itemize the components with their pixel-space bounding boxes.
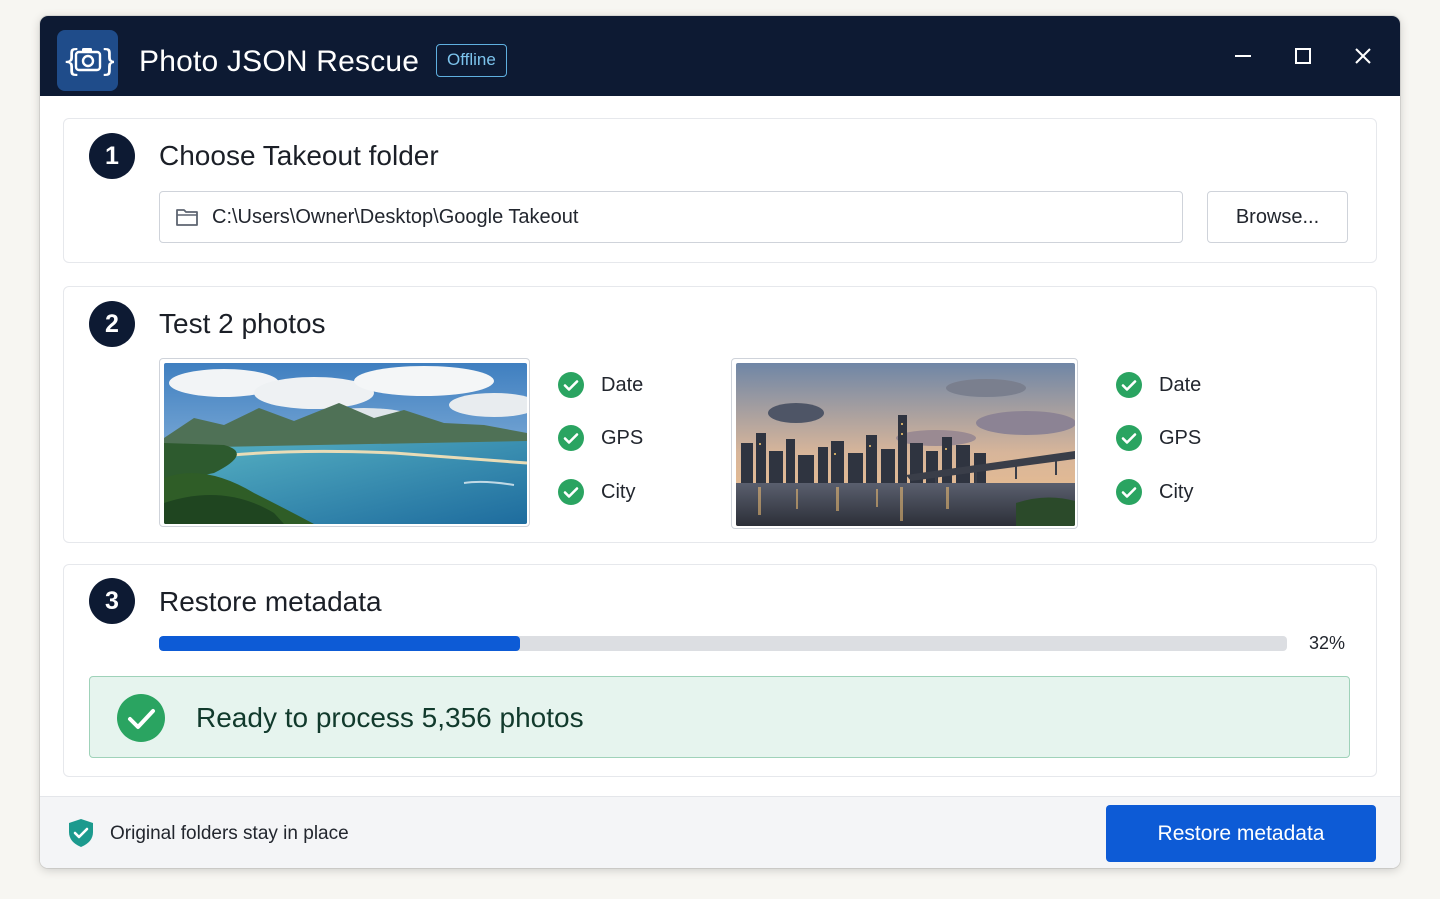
camera-braces-icon: { } — [57, 30, 118, 91]
restore-progress-bar — [159, 636, 1287, 651]
minimize-icon — [1235, 55, 1251, 57]
progress-fill — [159, 636, 520, 651]
step-1-title: Choose Takeout folder — [159, 140, 439, 171]
photo-1-check-city: City — [557, 477, 635, 507]
check-label: Date — [1159, 373, 1202, 396]
check-label: GPS — [601, 426, 644, 449]
ready-message: Ready to process 5,356 photos — [196, 702, 584, 733]
svg-text:{: { — [62, 44, 81, 79]
step-2-number: 2 — [89, 301, 135, 347]
check-label: GPS — [1159, 426, 1202, 449]
step-3-number: 3 — [89, 578, 135, 624]
folder-path-input[interactable] — [212, 202, 1162, 232]
progress-percent: 32% — [1309, 633, 1346, 653]
photo-1-check-date: Date — [557, 370, 643, 400]
close-icon — [1355, 48, 1371, 64]
photo-1-check-gps: GPS — [557, 423, 643, 453]
minimize-button[interactable] — [1223, 40, 1263, 72]
offline-status-badge: Offline — [436, 44, 507, 77]
shield-check-icon — [69, 819, 93, 847]
close-button[interactable] — [1343, 40, 1383, 72]
title-bar: { } Photo JSON Rescue Offline — [40, 16, 1400, 96]
test-photo-2[interactable] — [731, 358, 1078, 529]
check-circle-icon — [558, 372, 584, 398]
step-3-card: 3 Restore metadata 32% Ready to process … — [63, 564, 1377, 777]
coastal-landscape-image — [164, 363, 527, 524]
step-2-card: 2 Test 2 photos Date GPS City Date GPS C… — [63, 286, 1377, 543]
test-photo-1[interactable] — [159, 358, 530, 527]
svg-text:}: } — [100, 44, 114, 79]
step-3-title: Restore metadata — [159, 586, 382, 617]
check-circle-icon — [1116, 479, 1142, 505]
check-label: Date — [601, 373, 644, 396]
photo-2-check-city: City — [1115, 477, 1193, 507]
maximize-icon — [1295, 48, 1311, 64]
check-label: City — [601, 480, 636, 503]
restore-metadata-button[interactable]: Restore metadata — [1106, 805, 1376, 862]
check-circle-icon — [1116, 372, 1142, 398]
app-window: { } Photo JSON Rescue Offline 1 Choose T… — [40, 16, 1400, 868]
success-check-icon — [117, 694, 165, 742]
app-title: Photo JSON Rescue — [139, 45, 420, 78]
photo-2-check-date: Date — [1115, 370, 1201, 400]
footer-bar: Original folders stay in place Restore m… — [40, 796, 1400, 868]
photo-2-check-gps: GPS — [1115, 423, 1201, 453]
browse-button[interactable]: Browse... — [1207, 191, 1348, 243]
check-circle-icon — [558, 425, 584, 451]
step-1-number: 1 — [89, 133, 135, 179]
city-skyline-image — [736, 363, 1075, 526]
folder-path-field[interactable] — [159, 191, 1183, 243]
folder-icon — [176, 209, 198, 226]
maximize-button[interactable] — [1283, 40, 1323, 72]
check-circle-icon — [1116, 425, 1142, 451]
check-circle-icon — [558, 479, 584, 505]
check-label: City — [1159, 480, 1194, 503]
step-2-title: Test 2 photos — [159, 308, 326, 339]
step-1-card: 1 Choose Takeout folder Browse... — [63, 118, 1377, 263]
ready-banner: Ready to process 5,356 photos — [89, 676, 1350, 758]
footer-note: Original folders stay in place — [110, 823, 349, 844]
